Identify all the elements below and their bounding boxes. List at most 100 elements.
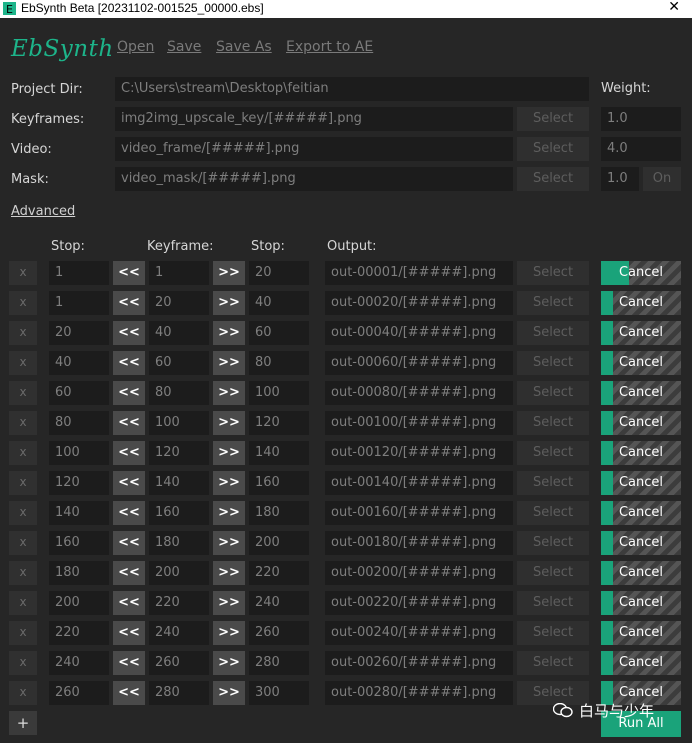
remove-row-button[interactable]: x (9, 411, 37, 435)
project-dir-field[interactable]: C:\Users\stream\Desktop\feitian (115, 77, 589, 101)
next-keyframe-button[interactable]: >> (213, 591, 245, 615)
keyframe-field[interactable]: 1 (149, 261, 209, 285)
remove-row-button[interactable]: x (9, 621, 37, 645)
prev-keyframe-button[interactable]: << (113, 351, 145, 375)
stop-end-field[interactable]: 260 (249, 621, 309, 645)
output-select-button[interactable]: Select (517, 381, 589, 405)
prev-keyframe-button[interactable]: << (113, 381, 145, 405)
next-keyframe-button[interactable]: >> (213, 531, 245, 555)
prev-keyframe-button[interactable]: << (113, 681, 145, 705)
next-keyframe-button[interactable]: >> (213, 321, 245, 345)
stop-start-field[interactable]: 160 (49, 531, 109, 555)
stop-end-field[interactable]: 300 (249, 681, 309, 705)
remove-row-button[interactable]: x (9, 561, 37, 585)
mask-field[interactable]: video_mask/[#####].png (115, 167, 513, 191)
keyframe-field[interactable]: 80 (149, 381, 209, 405)
output-field[interactable]: out-00080/[#####].png (325, 381, 513, 405)
cancel-button[interactable]: Cancel (601, 381, 681, 405)
stop-end-field[interactable]: 120 (249, 411, 309, 435)
stop-start-field[interactable]: 60 (49, 381, 109, 405)
prev-keyframe-button[interactable]: << (113, 501, 145, 525)
video-weight-field[interactable]: 4.0 (601, 137, 681, 161)
prev-keyframe-button[interactable]: << (113, 411, 145, 435)
remove-row-button[interactable]: x (9, 381, 37, 405)
output-field[interactable]: out-00060/[#####].png (325, 351, 513, 375)
output-select-button[interactable]: Select (517, 471, 589, 495)
stop-start-field[interactable]: 120 (49, 471, 109, 495)
output-field[interactable]: out-00200/[#####].png (325, 561, 513, 585)
remove-row-button[interactable]: x (9, 321, 37, 345)
output-select-button[interactable]: Select (517, 561, 589, 585)
output-field[interactable]: out-00220/[#####].png (325, 591, 513, 615)
output-field[interactable]: out-00040/[#####].png (325, 321, 513, 345)
remove-row-button[interactable]: x (9, 441, 37, 465)
keyframe-field[interactable]: 280 (149, 681, 209, 705)
stop-start-field[interactable]: 140 (49, 501, 109, 525)
stop-end-field[interactable]: 20 (249, 261, 309, 285)
output-field[interactable]: out-00020/[#####].png (325, 291, 513, 315)
stop-start-field[interactable]: 80 (49, 411, 109, 435)
prev-keyframe-button[interactable]: << (113, 591, 145, 615)
output-field[interactable]: out-00280/[#####].png (325, 681, 513, 705)
keyframe-field[interactable]: 240 (149, 621, 209, 645)
remove-row-button[interactable]: x (9, 291, 37, 315)
keyframe-field[interactable]: 140 (149, 471, 209, 495)
cancel-button[interactable]: Cancel (601, 441, 681, 465)
stop-end-field[interactable]: 240 (249, 591, 309, 615)
prev-keyframe-button[interactable]: << (113, 291, 145, 315)
next-keyframe-button[interactable]: >> (213, 261, 245, 285)
keyframe-field[interactable]: 160 (149, 501, 209, 525)
remove-row-button[interactable]: x (9, 531, 37, 555)
output-field[interactable]: out-00260/[#####].png (325, 651, 513, 675)
stop-end-field[interactable]: 160 (249, 471, 309, 495)
stop-start-field[interactable]: 1 (49, 261, 109, 285)
next-keyframe-button[interactable]: >> (213, 441, 245, 465)
video-field[interactable]: video_frame/[#####].png (115, 137, 513, 161)
remove-row-button[interactable]: x (9, 261, 37, 285)
next-keyframe-button[interactable]: >> (213, 621, 245, 645)
output-field[interactable]: out-00120/[#####].png (325, 441, 513, 465)
keyframe-field[interactable]: 40 (149, 321, 209, 345)
keyframe-field[interactable]: 180 (149, 531, 209, 555)
open-link[interactable]: Open (117, 39, 154, 55)
cancel-button[interactable]: Cancel (601, 471, 681, 495)
keyframe-field[interactable]: 100 (149, 411, 209, 435)
mask-on-toggle[interactable]: On (643, 167, 681, 191)
save-link[interactable]: Save (167, 39, 201, 55)
prev-keyframe-button[interactable]: << (113, 531, 145, 555)
next-keyframe-button[interactable]: >> (213, 471, 245, 495)
next-keyframe-button[interactable]: >> (213, 561, 245, 585)
next-keyframe-button[interactable]: >> (213, 351, 245, 375)
output-field[interactable]: out-00100/[#####].png (325, 411, 513, 435)
next-keyframe-button[interactable]: >> (213, 651, 245, 675)
output-select-button[interactable]: Select (517, 291, 589, 315)
output-field[interactable]: out-00140/[#####].png (325, 471, 513, 495)
next-keyframe-button[interactable]: >> (213, 681, 245, 705)
cancel-button[interactable]: Cancel (601, 501, 681, 525)
output-select-button[interactable]: Select (517, 321, 589, 345)
video-select-button[interactable]: Select (517, 137, 589, 161)
prev-keyframe-button[interactable]: << (113, 441, 145, 465)
keyframe-field[interactable]: 260 (149, 651, 209, 675)
remove-row-button[interactable]: x (9, 591, 37, 615)
stop-end-field[interactable]: 180 (249, 501, 309, 525)
remove-row-button[interactable]: x (9, 351, 37, 375)
output-field[interactable]: out-00180/[#####].png (325, 531, 513, 555)
output-select-button[interactable]: Select (517, 591, 589, 615)
keyframes-weight-field[interactable]: 1.0 (601, 107, 681, 131)
cancel-button[interactable]: Cancel (601, 261, 681, 285)
stop-end-field[interactable]: 40 (249, 291, 309, 315)
prev-keyframe-button[interactable]: << (113, 651, 145, 675)
stop-start-field[interactable]: 260 (49, 681, 109, 705)
prev-keyframe-button[interactable]: << (113, 621, 145, 645)
cancel-button[interactable]: Cancel (601, 561, 681, 585)
advanced-link[interactable]: Advanced (11, 204, 75, 219)
output-select-button[interactable]: Select (517, 651, 589, 675)
next-keyframe-button[interactable]: >> (213, 291, 245, 315)
cancel-button[interactable]: Cancel (601, 351, 681, 375)
keyframe-field[interactable]: 60 (149, 351, 209, 375)
export-to-ae-link[interactable]: Export to AE (286, 39, 373, 55)
prev-keyframe-button[interactable]: << (113, 561, 145, 585)
stop-end-field[interactable]: 220 (249, 561, 309, 585)
stop-start-field[interactable]: 180 (49, 561, 109, 585)
